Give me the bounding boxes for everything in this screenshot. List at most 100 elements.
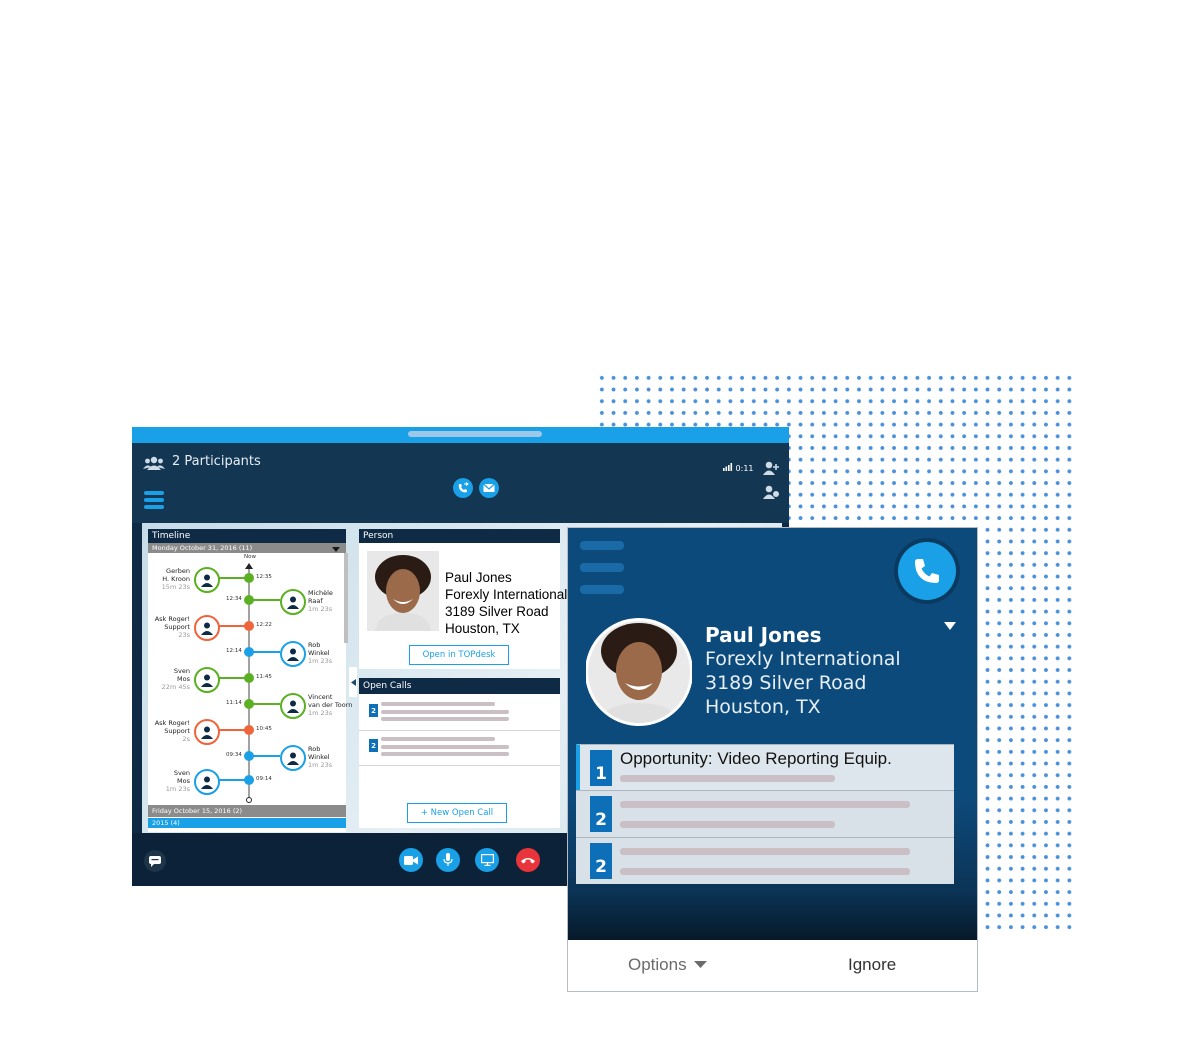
expand-triangle-icon[interactable] [944, 622, 956, 631]
video-camera-icon [404, 855, 418, 865]
timeline-event-icon [244, 775, 254, 785]
open-call-item[interactable]: 2 [359, 696, 560, 731]
timeline-entry[interactable]: Sven Mos 1m 23s 09:14 [148, 529, 346, 795]
timeline-connector [216, 677, 246, 679]
timeline-event-icon [244, 573, 254, 583]
timeline-year-group[interactable]: 2015 (4) [148, 818, 346, 828]
menu-icon[interactable] [144, 491, 164, 512]
hang-up-button[interactable] [516, 848, 540, 872]
person-address: 3189 Silver Road [445, 604, 549, 619]
participants-icon[interactable] [143, 455, 165, 471]
options-button[interactable]: Options [628, 955, 707, 975]
transfer-icon [458, 482, 469, 493]
person-name: Paul Jones [445, 570, 512, 585]
timeline-contact-label: Gerben H. Kroon 15m 23s [150, 567, 190, 591]
timeline-time: 10:45 [256, 726, 272, 732]
placeholder-bar [381, 710, 509, 714]
timeline-contact-label: Rob Winkel 1m 23s [308, 745, 348, 769]
caller-address: 3189 Silver Road [705, 672, 867, 694]
timeline-time: 09:14 [256, 776, 272, 782]
timeline-contact-name: Rob Winkel [308, 745, 330, 761]
timeline-contact-name: Rob Winkel [308, 641, 330, 657]
timeline-call-duration: 1m 23s [308, 657, 333, 665]
person-city: Houston, TX [445, 621, 520, 636]
contact-avatar-icon[interactable] [194, 615, 220, 641]
hang-up-icon [521, 858, 535, 864]
timeline-panel: Timeline Monday October 31, 2016 (11) No… [148, 529, 352, 832]
timeline-connector [216, 625, 246, 627]
timeline-call-duration: 1m 23s [165, 785, 190, 793]
year-group-label: 2015 (4) [152, 819, 180, 827]
caller-name: Paul Jones [705, 623, 822, 647]
timeline-call-duration: 1m 23s [308, 761, 333, 769]
timeline-time: 09:34 [226, 752, 242, 758]
timeline-call-duration: 22m 45s [161, 683, 190, 691]
timeline-contact-name: Sven Mos [173, 769, 190, 785]
person-title: Person [359, 529, 560, 543]
add-participant-icon[interactable] [762, 460, 780, 476]
microphone-icon [443, 853, 453, 866]
contact-avatar-icon[interactable] [194, 719, 220, 745]
timeline-connector [216, 779, 246, 781]
answer-call-button[interactable] [894, 538, 960, 604]
opportunity-item[interactable]: 1 Opportunity: Video Reporting Equip. [576, 744, 954, 790]
timeline-contact-label: Vincent van der Toorn 1m 23s [308, 693, 352, 717]
contact-avatar-icon[interactable] [280, 641, 306, 667]
email-button[interactable] [479, 478, 499, 498]
placeholder-bar [620, 848, 910, 855]
panel-collapse-handle[interactable] [349, 667, 357, 697]
contact-avatar-icon[interactable] [280, 693, 306, 719]
timeline-time: 12:35 [256, 574, 272, 580]
timeline-contact-label: Sven Mos 22m 45s [150, 667, 190, 691]
microphone-button[interactable] [436, 848, 460, 872]
signal-and-duration: 0:11 [723, 463, 754, 473]
timeline-contact-name: Gerben H. Kroon [162, 567, 190, 583]
timeline-time: 11:45 [256, 674, 272, 680]
envelope-icon [483, 483, 495, 492]
timeline-call-duration: 23s [178, 631, 190, 639]
popup-menu-icon[interactable] [580, 541, 624, 607]
call-duration: 0:11 [735, 464, 754, 473]
contact-avatar-icon[interactable] [280, 745, 306, 771]
timeline-call-duration: 15m 23s [161, 583, 190, 591]
window-drag-handle[interactable] [408, 431, 542, 437]
opportunity-item[interactable]: 2 [576, 837, 954, 884]
timeline-call-duration: 1m 23s [308, 709, 333, 717]
opportunity-title: Opportunity: Video Reporting Equip. [620, 749, 892, 768]
open-calls-list: 2 2 [359, 696, 560, 766]
timeline-contact-label: Sven Mos 1m 23s [150, 769, 190, 793]
timeline-call-duration: 1m 23s [308, 605, 333, 613]
open-in-topdesk-button[interactable]: Open in TOPdesk [409, 645, 509, 665]
timeline-event-icon [244, 751, 254, 761]
open-call-item[interactable]: 2 [359, 731, 560, 766]
timeline-connector [252, 703, 280, 705]
ignore-button[interactable]: Ignore [848, 955, 896, 975]
opportunity-list: 1 Opportunity: Video Reporting Equip. 2 2 [576, 744, 956, 884]
timeline-previous-day[interactable]: Friday October 15, 2016 (2) [148, 805, 346, 817]
video-button[interactable] [399, 848, 423, 872]
contact-avatar-icon[interactable] [194, 567, 220, 593]
contact-settings-icon[interactable] [762, 484, 780, 500]
new-open-call-button[interactable]: + New Open Call [407, 803, 507, 823]
person-details: Paul Jones Forexly International 3189 Si… [445, 569, 567, 637]
contact-avatar-icon[interactable] [280, 589, 306, 615]
timeline-contact-label: Rob Winkel 1m 23s [308, 641, 348, 665]
caller-company: Forexly International [705, 648, 901, 670]
timeline-contact-label: Michèle Raaf 1m 23s [308, 589, 348, 613]
options-label: Options [628, 955, 687, 974]
timeline-contact-name: Michèle Raaf [308, 589, 333, 605]
contact-avatar-icon[interactable] [194, 769, 220, 795]
chevron-left-icon [350, 678, 356, 686]
chat-button[interactable] [144, 850, 166, 872]
placeholder-bar [620, 801, 910, 808]
participants-label: 2 Participants [172, 454, 261, 469]
timeline-contact-name: Ask Roger! Support [154, 719, 190, 735]
contact-avatar-icon[interactable] [194, 667, 220, 693]
placeholder-bar [620, 775, 835, 782]
phone-icon [915, 559, 939, 583]
timeline-connector [216, 729, 246, 731]
screen-share-button[interactable] [475, 848, 499, 872]
opportunity-item[interactable]: 2 [576, 790, 954, 837]
call-transfer-button[interactable] [453, 478, 473, 498]
placeholder-bar [381, 717, 509, 721]
